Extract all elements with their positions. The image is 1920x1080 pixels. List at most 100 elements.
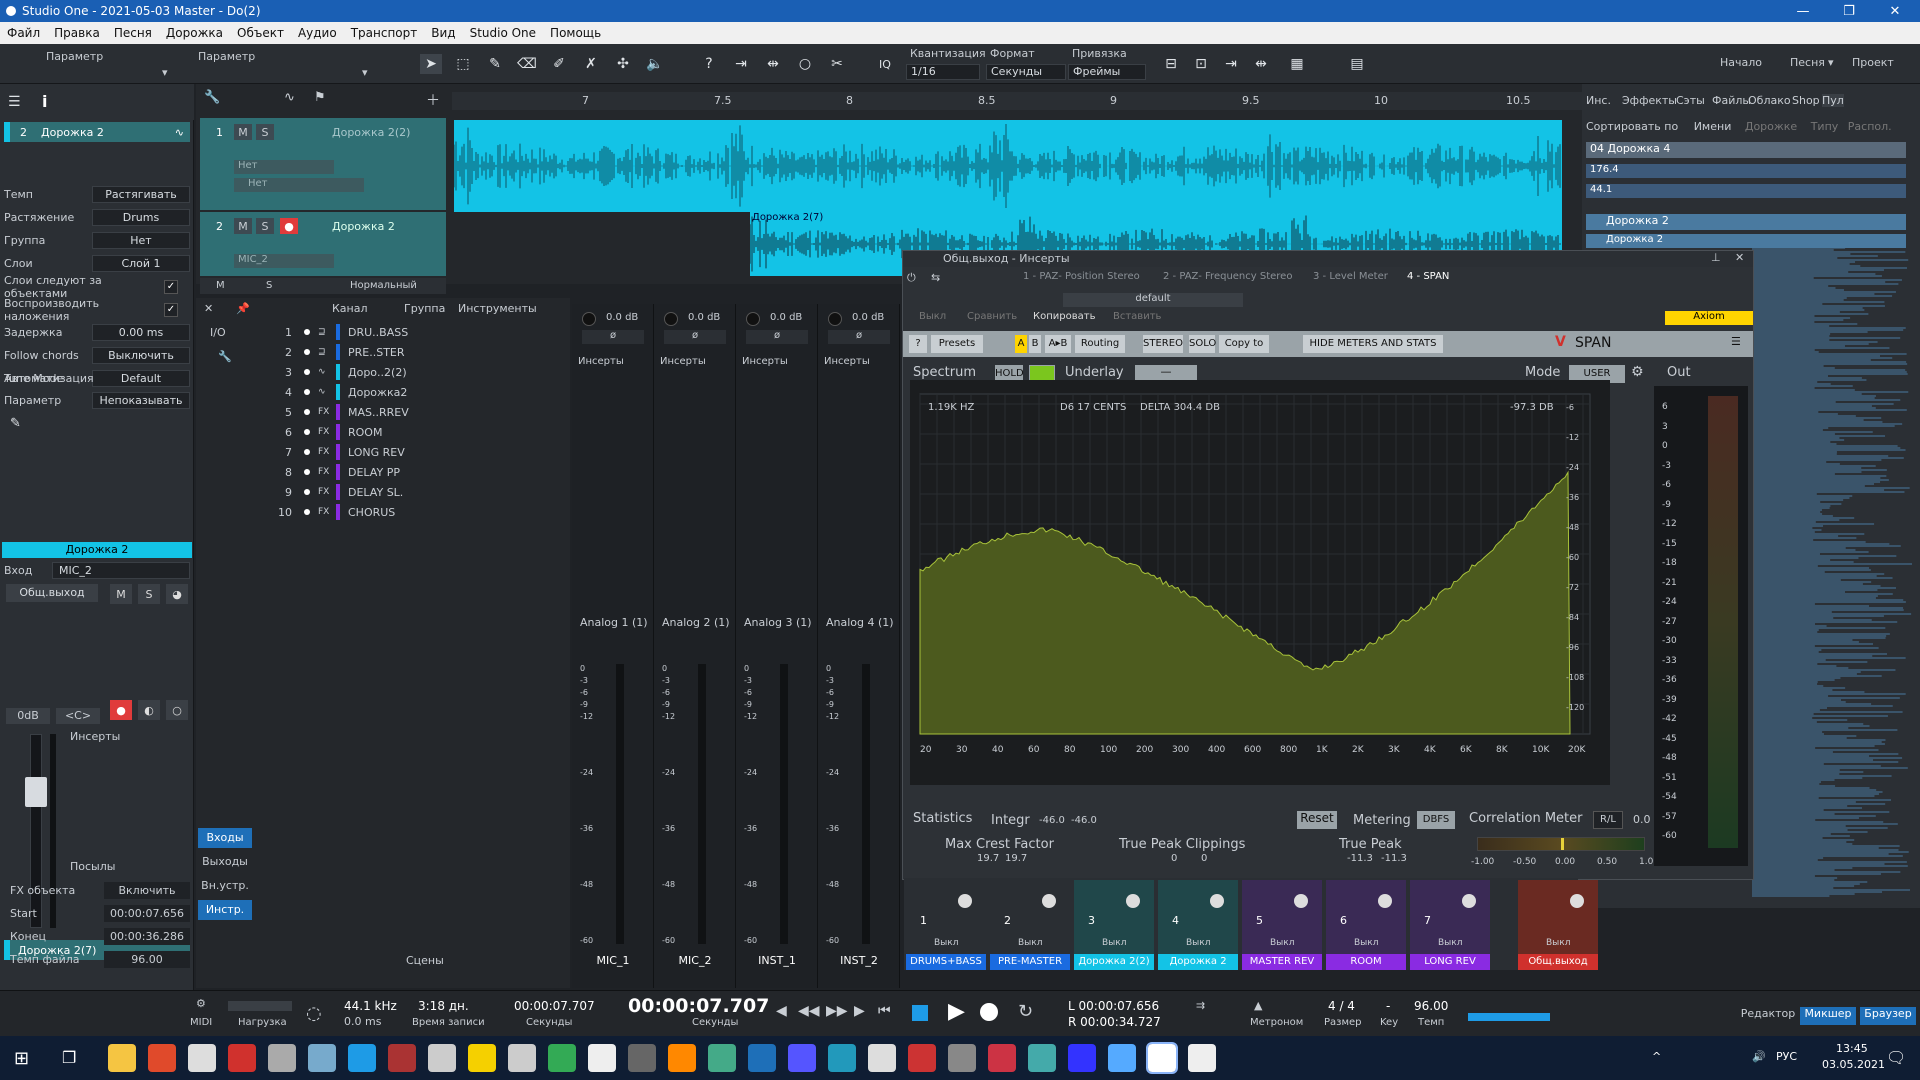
- browser-tab[interactable]: Сэты: [1676, 94, 1705, 107]
- position-seconds[interactable]: 00:00:07.707: [514, 999, 595, 1013]
- track-1-input[interactable]: Нет: [234, 160, 334, 174]
- position-main[interactable]: 00:00:07.707: [628, 995, 769, 1017]
- taskbar-app-icon[interactable]: [1028, 1044, 1056, 1072]
- punch-icon[interactable]: ⇉: [1196, 999, 1205, 1012]
- volume-icon[interactable]: 🔊: [1752, 1050, 1766, 1063]
- taskbar-app-icon[interactable]: [788, 1044, 816, 1072]
- track-1-output[interactable]: Нет: [234, 178, 364, 192]
- menu-audio[interactable]: Аудио: [291, 26, 344, 40]
- strip-volume-knob[interactable]: [664, 312, 678, 326]
- start-icon[interactable]: ⊞: [14, 1048, 29, 1069]
- footer-mode[interactable]: Нормальный: [350, 280, 417, 291]
- strip-phase-button[interactable]: ø: [746, 330, 808, 344]
- bypass-off[interactable]: Выкл: [919, 311, 946, 322]
- browser-row-4[interactable]: Дорожка 2: [1586, 214, 1906, 230]
- parameter-select[interactable]: Непоказывать: [92, 392, 190, 409]
- track-header-1[interactable]: 1 M S Дорожка 2(2) Нет Нет: [200, 118, 446, 210]
- mute-button[interactable]: M: [110, 584, 132, 604]
- event-row-value[interactable]: 00:00:07.656: [104, 904, 190, 922]
- browser-tab[interactable]: Облако: [1748, 94, 1791, 107]
- clock-date[interactable]: 03.05.2021: [1822, 1058, 1885, 1071]
- channel-visible-dot[interactable]: [304, 329, 310, 335]
- taskbar-app-icon[interactable]: [548, 1044, 576, 1072]
- sort-name[interactable]: Имени: [1694, 120, 1732, 133]
- channel-list-row[interactable]: 3 ∿ Доро..2(2): [270, 362, 570, 382]
- sort-location[interactable]: Распол.: [1848, 120, 1892, 133]
- taskbar-app-icon[interactable]: [228, 1044, 256, 1072]
- inspector-row-value[interactable]: Нет: [92, 232, 190, 249]
- track-1-mute[interactable]: M: [234, 124, 252, 140]
- audio-event-1[interactable]: [454, 120, 1562, 212]
- task-view-icon[interactable]: ❐: [62, 1048, 76, 1067]
- checkbox-icon[interactable]: ✓: [164, 302, 178, 317]
- view-browser[interactable]: Браузер: [1860, 1007, 1916, 1025]
- add-track-icon[interactable]: ＋: [426, 90, 440, 110]
- taskbar-app-icon[interactable]: [1068, 1044, 1096, 1072]
- output-select[interactable]: Общ.выход: [6, 584, 98, 602]
- monitor-icon[interactable]: ◕: [166, 584, 188, 604]
- track-name[interactable]: Дорожка 2: [41, 126, 104, 139]
- pan-value[interactable]: <C>: [56, 708, 100, 724]
- strip-fader[interactable]: [862, 664, 870, 944]
- bus-strip-off[interactable]: Выкл: [1186, 938, 1210, 948]
- menu-edit[interactable]: Правка: [47, 26, 107, 40]
- bus-strip-off[interactable]: Выкл: [934, 938, 958, 948]
- param2-dropdown-icon[interactable]: ▾: [362, 66, 368, 79]
- strip-fader[interactable]: [780, 664, 788, 944]
- view-song-dropdown-icon[interactable]: ▾: [1828, 56, 1834, 69]
- nudge-icon[interactable]: ⊡: [1190, 54, 1212, 74]
- metering-select[interactable]: DBFS: [1417, 811, 1455, 829]
- notifications-icon[interactable]: 🗨: [1886, 1048, 1906, 1067]
- range-tool-icon[interactable]: ⬚: [452, 54, 474, 74]
- language-indicator[interactable]: РУС: [1776, 1050, 1797, 1063]
- taskbar-app-icon[interactable]: [188, 1044, 216, 1072]
- record-main-button[interactable]: [980, 1003, 998, 1021]
- reset-button[interactable]: Reset: [1297, 811, 1337, 829]
- taskbar-app-icon[interactable]: [388, 1044, 416, 1072]
- bus-strip-off[interactable]: Выкл: [1438, 938, 1462, 948]
- snap-range-icon[interactable]: ⇹: [762, 54, 784, 74]
- bus-strip-off[interactable]: Выкл: [1102, 938, 1126, 948]
- param1-label[interactable]: Параметр: [46, 50, 103, 63]
- browser-row-1[interactable]: 04 Дорожка 4: [1586, 142, 1906, 158]
- snap-select[interactable]: Фреймы: [1068, 64, 1146, 80]
- side-button[interactable]: Выходы: [198, 852, 252, 872]
- channel-visible-dot[interactable]: [304, 449, 310, 455]
- menu-file[interactable]: Файл: [0, 26, 47, 40]
- taskbar-app-icon[interactable]: [948, 1044, 976, 1072]
- channel-visible-dot[interactable]: [304, 469, 310, 475]
- taskbar-app-icon[interactable]: [428, 1044, 456, 1072]
- mixer-view-icon[interactable]: ▤: [1346, 54, 1368, 74]
- taskbar-app-icon[interactable]: [348, 1044, 376, 1072]
- taskbar-app-icon[interactable]: [668, 1044, 696, 1072]
- tool-wrench-icon[interactable]: 🔧: [204, 90, 220, 105]
- arrow-tool-icon[interactable]: ➤: [420, 54, 442, 74]
- event-row-value[interactable]: 96.00: [104, 950, 190, 968]
- play-button[interactable]: ▶: [948, 999, 965, 1024]
- bus-strip-pan-knob[interactable]: [1042, 894, 1056, 908]
- channel-visible-dot[interactable]: [304, 429, 310, 435]
- view-start[interactable]: Начало: [1720, 56, 1762, 69]
- sends-label[interactable]: Посылы: [70, 860, 115, 873]
- param2-label[interactable]: Параметр: [198, 50, 255, 63]
- strip-phase-button[interactable]: ø: [828, 330, 890, 344]
- sort-type[interactable]: Типу: [1811, 120, 1839, 133]
- taskbar-app-icon[interactable]: [828, 1044, 856, 1072]
- taskbar-app-icon[interactable]: [508, 1044, 536, 1072]
- listen-tool-icon[interactable]: 🔈: [644, 54, 666, 74]
- split-tool-icon[interactable]: ✎: [484, 54, 506, 74]
- inspector-row-value[interactable]: Слой 1: [92, 255, 190, 272]
- param1-dropdown-icon[interactable]: ▾: [162, 66, 168, 79]
- solo-button[interactable]: S: [138, 584, 160, 604]
- wrench-icon[interactable]: 🔧: [218, 350, 232, 363]
- flag-icon[interactable]: ⚑: [314, 90, 326, 105]
- maximize-button[interactable]: ❐: [1826, 0, 1872, 22]
- correlation-tab[interactable]: Correlation Meter: [1469, 811, 1582, 826]
- taskbar-app-icon[interactable]: [1188, 1044, 1216, 1072]
- bend-tool-icon[interactable]: ✣: [612, 54, 634, 74]
- track-2-solo[interactable]: S: [256, 218, 274, 234]
- span-button[interactable]: Copy to: [1219, 335, 1269, 353]
- channel-list-row[interactable]: 10 FX CHORUS: [270, 502, 570, 522]
- loop-icon[interactable]: ↻: [1018, 1001, 1033, 1022]
- menu-transport[interactable]: Транспорт: [344, 26, 425, 40]
